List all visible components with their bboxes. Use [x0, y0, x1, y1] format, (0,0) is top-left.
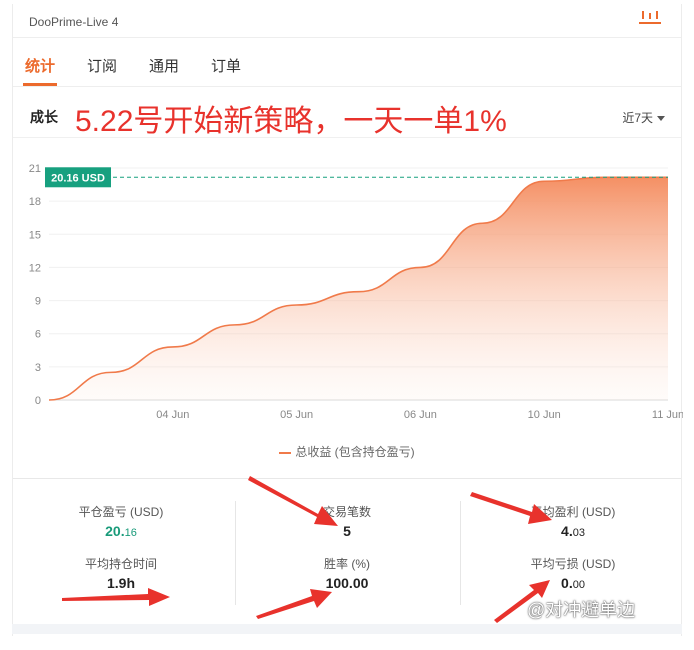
series-area: [49, 177, 668, 400]
x-tick-label: 05 Jun: [280, 409, 313, 421]
app-window: DooPrime-Live 4 统计 订阅 通用 订单 成长 5.22号开始新策…: [12, 4, 683, 636]
closed-pnl-int: 20.: [105, 523, 125, 539]
closed-pnl-value: 20.16: [41, 523, 201, 539]
x-tick-label: 06 Jun: [404, 409, 437, 421]
legend-swatch: [279, 451, 292, 454]
tab-subscription[interactable]: 订阅: [87, 55, 117, 76]
win-rate-label: 胜率 (%): [324, 557, 370, 571]
avg-loss-int: 0.: [561, 575, 573, 591]
title-bar: DooPrime-Live 4: [13, 4, 681, 38]
avg-loss-label: 平均亏损 (USD): [530, 557, 616, 571]
y-tick-label: 12: [29, 262, 41, 274]
x-tick-label: 04 Jun: [156, 409, 189, 421]
y-tick-label: 18: [29, 196, 41, 208]
y-tick-label: 15: [29, 229, 41, 241]
closed-pnl-dec: 16: [124, 527, 137, 539]
y-tick-label: 9: [35, 296, 41, 308]
growth-chart: 0 3 6 9 12 15 18 21 04 Jun 05 Jun 06 Jun 10 Jun 11 J…: [29, 163, 683, 421]
trades-label: 交易笔数: [322, 505, 371, 519]
y-tick-label: 6: [35, 329, 41, 341]
section-title: 成长: [30, 109, 58, 125]
closed-pnl-label: 平仓盈亏 (USD): [78, 505, 164, 519]
x-tick-label: 11 Jun: [652, 409, 683, 421]
avg-loss-value: 0.00: [493, 575, 653, 591]
legend-label: 总收益 (包含持仓盈亏): [295, 445, 415, 459]
tab-statistics[interactable]: 统计: [25, 55, 55, 76]
hold-time-label: 平均持仓时间: [84, 557, 157, 571]
y-tick-label: 3: [35, 362, 41, 374]
bottom-scrollbar[interactable]: [12, 624, 682, 634]
annotation-text: 5.22号开始新策略，一天一单1%: [75, 105, 507, 138]
account-title: DooPrime-Live 4: [29, 15, 119, 29]
tab-orders[interactable]: 订单: [211, 55, 241, 76]
hold-time-value: 1.9h: [106, 575, 135, 591]
tab-bar: 统计 订阅 通用 订单: [13, 39, 681, 87]
avg-profit-int: 4.: [561, 523, 573, 539]
chevron-down-icon: [657, 116, 665, 122]
avg-loss-dec: 00: [572, 579, 585, 591]
x-tick-label: 10 Jun: [528, 409, 561, 421]
marker-label: 20.16 USD: [51, 172, 105, 184]
y-tick-label: 21: [29, 163, 41, 175]
win-rate-value: 100.00: [325, 575, 369, 591]
y-tick-label: 0: [35, 395, 41, 407]
range-value: 近7天: [622, 111, 653, 125]
bar-menu-icon[interactable]: [639, 10, 661, 26]
growth-header: 成长 5.22号开始新策略，一天一单1% 近7天: [13, 88, 681, 138]
tab-general[interactable]: 通用: [149, 55, 179, 76]
watermark-text: @对冲避单边: [527, 600, 636, 620]
range-dropdown[interactable]: 近7天: [622, 109, 665, 126]
active-tab-indicator: [23, 83, 57, 86]
stat-divider: [235, 501, 236, 605]
avg-profit-dec: 03: [572, 527, 585, 539]
avg-profit-value: 4.03: [493, 523, 653, 539]
avg-profit-label: 平均盈利 (USD): [530, 505, 616, 519]
stat-divider: [460, 501, 461, 605]
chart-legend: 总收益 (包含持仓盈亏): [13, 443, 681, 460]
trades-value: 5: [343, 523, 351, 539]
